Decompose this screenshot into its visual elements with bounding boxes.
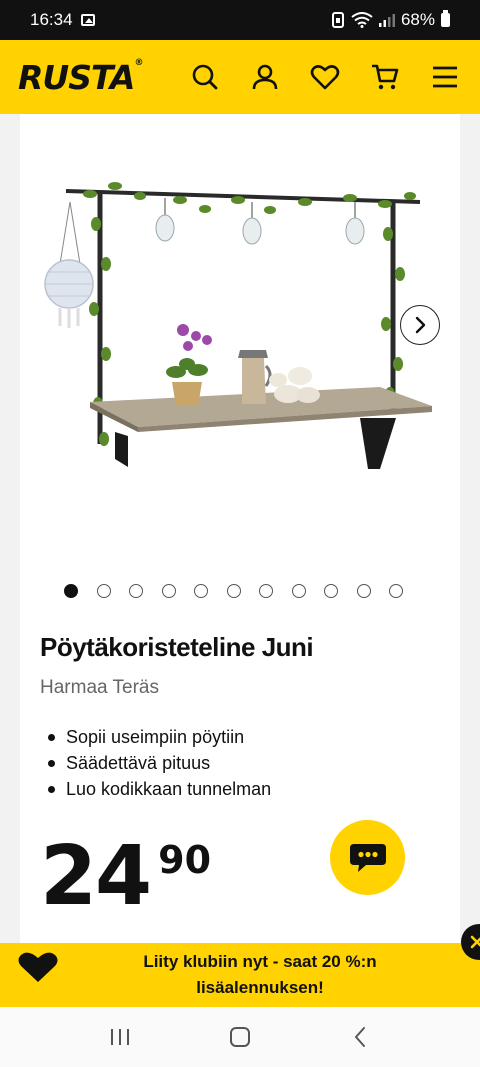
pagination-dot[interactable] bbox=[64, 584, 78, 598]
site-header: RUSTA® bbox=[0, 40, 480, 114]
pagination-dot[interactable] bbox=[96, 584, 111, 598]
user-icon[interactable] bbox=[248, 60, 282, 94]
pagination-dot[interactable] bbox=[324, 584, 338, 598]
heart-icon[interactable] bbox=[308, 60, 342, 94]
chat-button[interactable] bbox=[330, 820, 405, 895]
recent-apps-button[interactable] bbox=[100, 1017, 140, 1057]
back-icon bbox=[355, 1027, 365, 1047]
price-euros: 24 bbox=[40, 829, 152, 924]
product-price: 24 90 bbox=[40, 832, 211, 922]
signal-icon bbox=[378, 14, 395, 27]
feature-item: Luo kodikkaan tunnelman bbox=[48, 776, 271, 802]
sim-icon bbox=[331, 12, 344, 28]
next-image-button[interactable] bbox=[400, 305, 440, 345]
cart-icon[interactable] bbox=[368, 60, 402, 94]
chat-bubble-icon bbox=[349, 843, 386, 872]
pagination-dot[interactable] bbox=[356, 584, 371, 598]
pagination-dot[interactable] bbox=[291, 584, 306, 598]
gallery-notification-icon bbox=[80, 14, 95, 26]
pagination-dot[interactable] bbox=[226, 584, 241, 598]
feature-item: Säädettävä pituus bbox=[48, 750, 271, 776]
product-title: Pöytäkoristeteline Juni bbox=[40, 632, 314, 662]
pagination-dot[interactable] bbox=[259, 584, 273, 598]
product-card: Pöytäkoristeteline Juni Harmaa Teräs Sop… bbox=[20, 114, 460, 944]
price-cents: 90 bbox=[158, 838, 212, 882]
image-pagination bbox=[64, 584, 403, 598]
recent-apps-icon bbox=[111, 1029, 129, 1045]
rusta-logo[interactable]: RUSTA® bbox=[18, 57, 143, 97]
club-banner[interactable]: Liity klubiin nyt - saat 20 %:n lisäalen… bbox=[0, 943, 480, 1007]
menu-icon[interactable] bbox=[428, 60, 462, 94]
pagination-dot[interactable] bbox=[389, 584, 403, 598]
chevron-right-icon bbox=[415, 316, 426, 334]
feature-list: Sopii useimpiin pöytiin Säädettävä pituu… bbox=[48, 724, 271, 802]
home-button[interactable] bbox=[220, 1017, 260, 1057]
status-time: 16:34 bbox=[30, 10, 73, 29]
heart-logo-icon bbox=[17, 950, 59, 989]
logo-text: RUSTA bbox=[18, 57, 135, 97]
wifi-icon bbox=[351, 12, 373, 28]
battery-percentage: 68% bbox=[400, 10, 435, 29]
pagination-dot[interactable] bbox=[194, 584, 208, 598]
status-bar: 16:34 68% bbox=[0, 0, 480, 40]
system-navigation-bar bbox=[0, 1007, 480, 1067]
banner-text: Liity klubiin nyt - saat 20 %:n lisäalen… bbox=[143, 952, 377, 997]
search-icon[interactable] bbox=[188, 60, 222, 94]
close-icon bbox=[470, 935, 480, 949]
pagination-dot[interactable] bbox=[129, 584, 143, 598]
pagination-dot[interactable] bbox=[161, 584, 176, 598]
battery-icon bbox=[441, 10, 450, 27]
feature-item: Sopii useimpiin pöytiin bbox=[48, 724, 271, 750]
product-image[interactable] bbox=[20, 114, 460, 554]
product-variant: Harmaa Teräs bbox=[40, 677, 159, 698]
home-icon bbox=[230, 1027, 250, 1047]
back-button[interactable] bbox=[340, 1017, 380, 1057]
